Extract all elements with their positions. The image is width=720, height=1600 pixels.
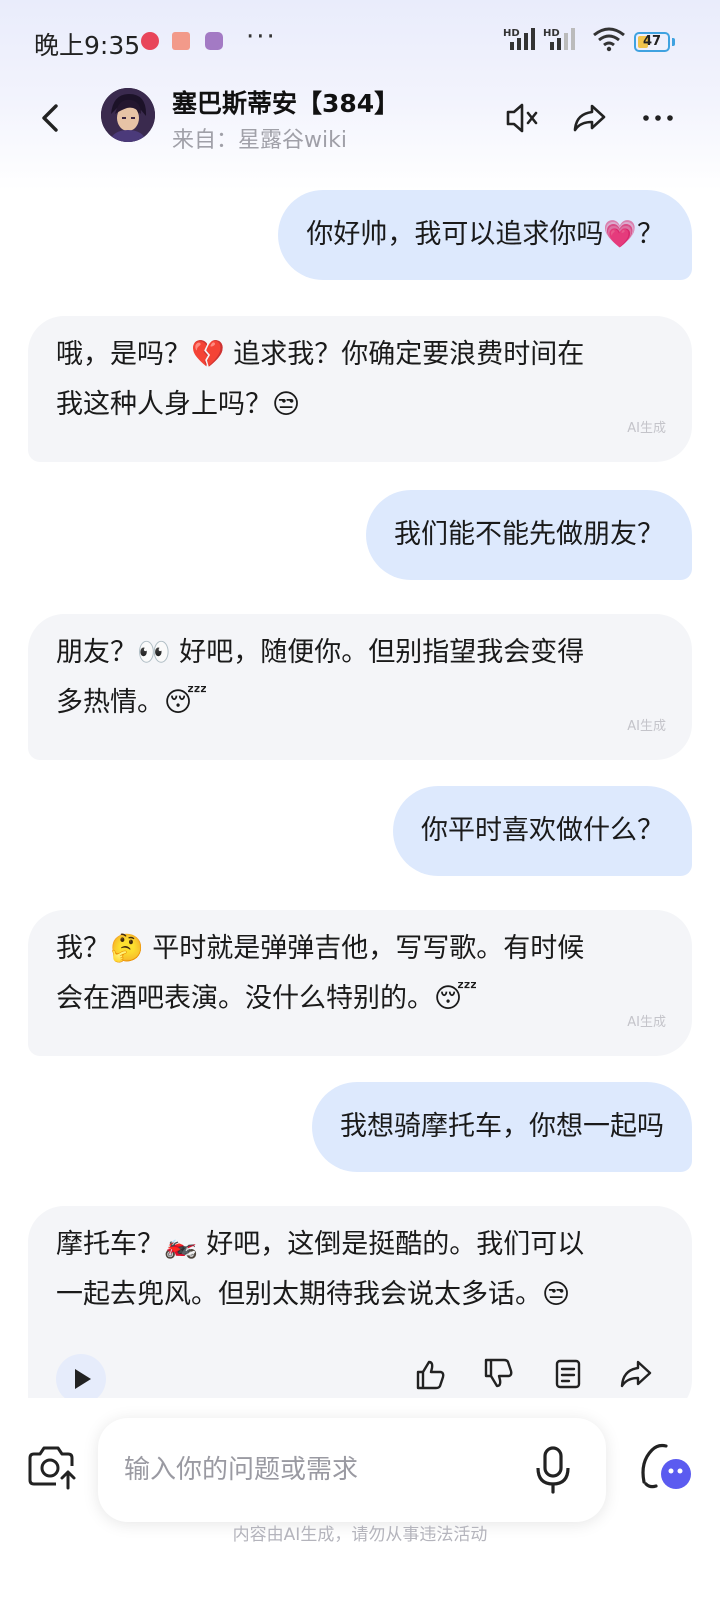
bot-message-line: 我这种人身上吗？😒 [56, 389, 301, 420]
back-arrow-icon[interactable] [34, 98, 70, 138]
mute-icon[interactable] [500, 96, 544, 140]
user-message-text: 你平时喜欢做什么？ [421, 815, 664, 846]
bot-message[interactable]: 摩托车？🏍️ 好吧，这倒是挺酷的。我们可以 一起去兜风。但别太期待我会说太多话。… [28, 1206, 692, 1416]
bot-message[interactable]: 哦，是吗？💔 追求我？你确定要浪费时间在 我这种人身上吗？😒 AI生成 [28, 316, 692, 462]
copy-icon[interactable] [550, 1356, 586, 1392]
signal-icon-2 [550, 28, 575, 50]
bot-message-line: 会在酒吧表演。没什么特别的。😴 [56, 983, 478, 1014]
input-area: 内容由AI生成，请勿从事违法活动 [0, 1398, 720, 1600]
user-message[interactable]: 我们能不能先做朋友？ [366, 490, 692, 580]
share-message-icon[interactable] [618, 1356, 654, 1392]
user-message-text: 我们能不能先做朋友？ [394, 519, 664, 550]
battery-level: 47 [642, 34, 662, 49]
ai-generated-tag: AI生成 [627, 1015, 666, 1030]
status-bar: 晚上9:35 ··· HD HD 47 [0, 0, 720, 80]
play-audio-button[interactable] [56, 1354, 106, 1404]
bot-message-line: 多热情。😴 [56, 687, 208, 718]
bot-message-line: 哦，是吗？💔 追求我？你确定要浪费时间在 [56, 339, 585, 370]
mail-icon [172, 32, 190, 50]
user-message[interactable]: 我想骑摩托车，你想一起吗 [312, 1082, 692, 1172]
user-message-text: 我想骑摩托车，你想一起吗 [340, 1111, 664, 1142]
bot-message-line: 摩托车？🏍️ 好吧，这倒是挺酷的。我们可以 [56, 1229, 585, 1260]
bot-message-line: 一起去兜风。但别太期待我会说太多话。😒 [56, 1279, 571, 1310]
user-message[interactable]: 你好帅，我可以追求你吗💗？ [278, 190, 692, 280]
message-actions [28, 1334, 692, 1404]
bot-message-line: 朋友？👀 好吧，随便你。但别指望我会变得 [56, 637, 585, 668]
bot-message[interactable]: 朋友？👀 好吧，随便你。但别指望我会变得 多热情。😴 AI生成 [28, 614, 692, 760]
message-input[interactable] [98, 1418, 606, 1522]
more-notifications-icon: ··· [246, 22, 277, 52]
voice-call-icon[interactable] [636, 1438, 696, 1498]
character-source[interactable]: 来自：星露谷wiki [172, 122, 347, 154]
thumbs-down-icon[interactable] [480, 1356, 516, 1392]
status-time: 晚上9:35 [34, 31, 141, 60]
camera-upload-icon[interactable] [24, 1440, 80, 1496]
character-name: 塞巴斯蒂安【384】 [172, 89, 400, 118]
user-message[interactable]: 你平时喜欢做什么？ [393, 786, 692, 876]
ai-generated-tag: AI生成 [627, 719, 666, 734]
signal-icon-1 [510, 28, 535, 50]
ai-generated-tag: AI生成 [627, 421, 666, 436]
microphone-icon[interactable] [532, 1444, 574, 1496]
bot-message[interactable]: 我？🤔 平时就是弹弹吉他，写写歌。有时候 会在酒吧表演。没什么特别的。😴 AI生… [28, 910, 692, 1056]
character-avatar[interactable] [101, 88, 155, 142]
play-icon [75, 1369, 91, 1389]
app-notification-icon [205, 32, 223, 50]
user-message-text: 你好帅，我可以追求你吗💗？ [306, 219, 664, 250]
wifi-icon [593, 27, 625, 52]
battery-tip [672, 38, 675, 46]
share-icon[interactable] [568, 96, 612, 140]
thumbs-up-icon[interactable] [412, 1356, 448, 1392]
notification-icon [141, 32, 159, 50]
battery-indicator: 47 [634, 32, 670, 52]
bot-message-line: 我？🤔 平时就是弹弹吉他，写写歌。有时候 [56, 933, 585, 964]
more-options-icon[interactable] [636, 96, 680, 140]
avatar-portrait-icon [101, 88, 155, 142]
ai-disclaimer: 内容由AI生成，请勿从事违法活动 [232, 1525, 488, 1545]
